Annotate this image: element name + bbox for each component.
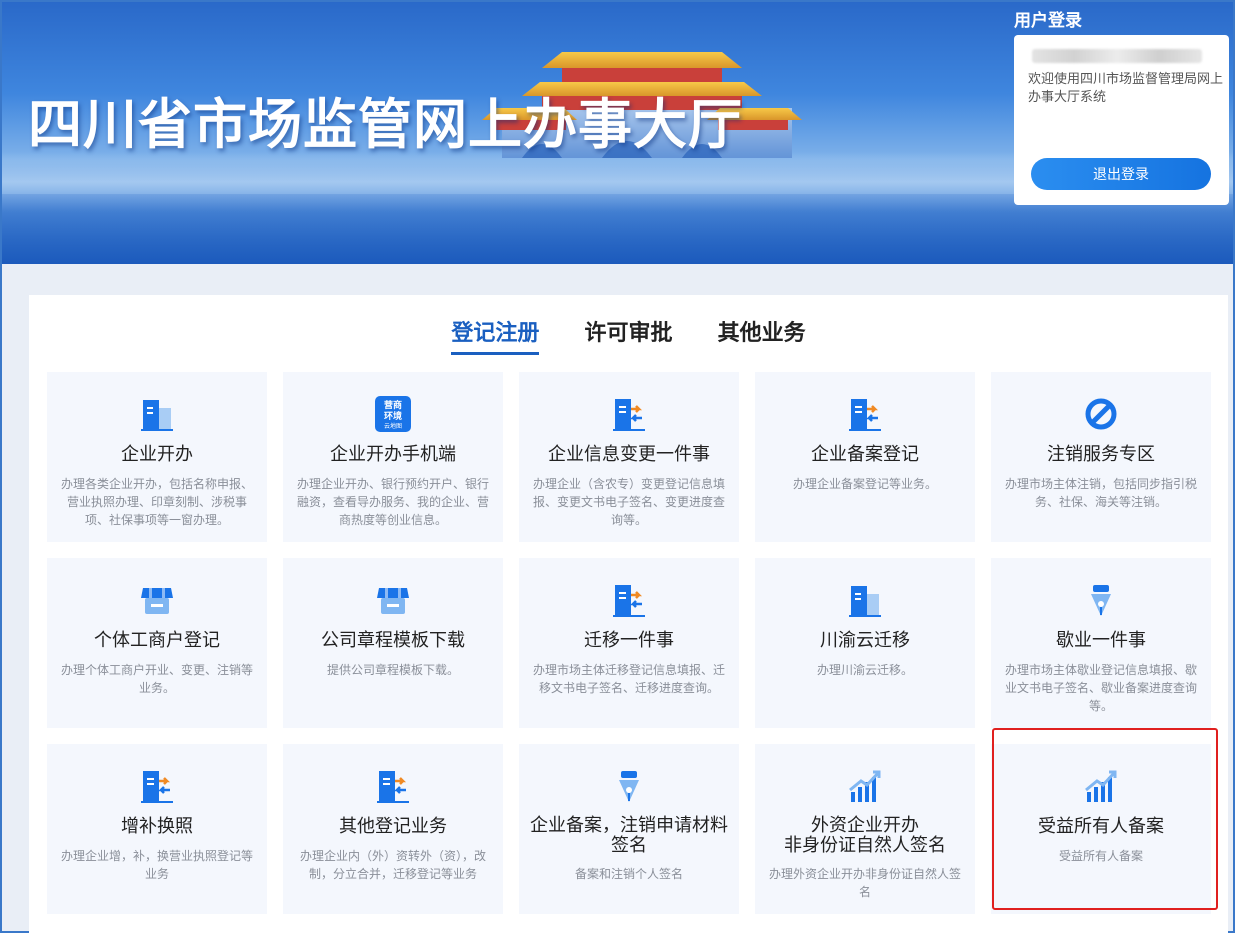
storefront-icon [375,582,411,618]
growth-chart-icon [1083,768,1119,804]
svg-text:云地图: 云地图 [384,422,402,430]
tab-registration[interactable]: 登记注册 [451,315,540,355]
service-card-title: 增补换照 [121,816,193,837]
service-card-description: 办理市场主体迁移登记信息填报、迁移文书电子签名、迁移进度查询。 [532,663,725,695]
service-card-title: 企业备案，注销申请材料签名 [530,815,728,856]
transfer-doc-icon [611,396,647,432]
pen-nib-icon [1083,582,1119,618]
tab-bar: 登记注册 许可审批 其他业务 [29,315,1228,355]
service-card-title: 川渝云迁移 [820,630,910,651]
service-card-description: 办理各类企业开办，包括名称申报、营业执照办理、印章刻制、涉税事项、社保事项等一窗… [60,477,253,527]
service-card[interactable]: 其他登记业务办理企业内（外）资转外（资），改制，分立合并，迁移登记等业务 [283,744,503,914]
transfer-doc-icon [139,768,175,804]
storefront-icon [139,582,175,618]
service-card[interactable]: 企业开办办理各类企业开办，包括名称申报、营业执照办理、印章刻制、涉税事项、社保事… [47,372,267,542]
service-card[interactable]: 川渝云迁移办理川渝云迁移。 [755,558,975,728]
service-card-description: 办理企业（含农专）变更登记信息填报、变更文书电子签名、变更进度查询等。 [532,477,725,527]
service-card-title: 企业开办 [121,444,193,465]
prohibit-icon [1083,396,1119,432]
service-card-description: 办理外资企业开办非身份证自然人签名 [768,867,961,899]
service-card[interactable]: 企业信息变更一件事办理企业（含农专）变更登记信息填报、变更文书电子签名、变更进度… [519,372,739,542]
transfer-doc-icon [375,768,411,804]
service-card-title: 迁移一件事 [584,630,674,651]
service-card[interactable]: 注销服务专区办理市场主体注销，包括同步指引税务、社保、海关等注销。 [991,372,1211,542]
service-card[interactable]: 企业备案，注销申请材料签名备案和注销个人签名 [519,744,739,914]
service-card-title: 其他登记业务 [339,816,447,837]
login-card: 欢迎使用四川市场监督管理局网上办事大厅系统 退出登录 [1014,35,1229,205]
logout-button[interactable]: 退出登录 [1031,158,1211,190]
service-card-title: 歇业一件事 [1056,630,1146,651]
service-card-title: 企业备案登记 [811,444,919,465]
login-title: 用户登录 [1014,11,1082,31]
service-card-description: 办理企业增，补，换营业执照登记等业务 [60,849,253,881]
service-card-description: 提供公司章程模板下载。 [326,663,459,677]
blurred-username [1032,49,1202,63]
tab-other-services[interactable]: 其他业务 [718,315,806,355]
service-card[interactable]: 营商 环境 云地图企业开办手机端办理企业开办、银行预约开户、银行融资，查看导办服务、… [283,372,503,542]
services-panel: 登记注册 许可审批 其他业务 企业开办办理各类企业开办，包括名称申报、营业执照办… [29,295,1228,933]
service-card[interactable]: 受益所有人备案 受益所有人备案 [991,744,1211,914]
service-card-description: 受益所有人备案 [1058,849,1143,863]
service-card-description: 办理市场主体注销，包括同步指引税务、社保、海关等注销。 [1004,477,1197,509]
business-environment-icon: 营商 环境 云地图 [375,396,411,432]
service-card-title: 公司章程模板下载 [321,630,465,651]
service-card-description: 办理个体工商户开业、变更、注销等业务。 [60,663,253,695]
service-card[interactable]: 外资企业开办 非身份证自然人签名办理外资企业开办非身份证自然人签名 [755,744,975,914]
transfer-doc-icon [611,582,647,618]
service-card[interactable]: 歇业一件事办理市场主体歇业登记信息填报、歇业文书电子签名、歇业备案进度查询等。 [991,558,1211,728]
service-card-title: 受益所有人备案 [1038,816,1164,837]
service-card[interactable]: 迁移一件事办理市场主体迁移登记信息填报、迁移文书电子签名、迁移进度查询。 [519,558,739,728]
welcome-text: 欢迎使用四川市场监督管理局网上办事大厅系统 [1028,72,1224,105]
service-card-description: 办理川渝云迁移。 [816,663,913,677]
service-card[interactable]: 公司章程模板下载提供公司章程模板下载。 [283,558,503,728]
pen-nib-icon [611,768,647,804]
service-card-description: 办理企业备案登记等业务。 [792,477,937,491]
service-card-title: 个体工商户登记 [94,630,220,651]
service-card-title: 企业开办手机端 [330,444,456,465]
svg-text:营商: 营商 [384,399,402,411]
service-card[interactable]: 个体工商户登记办理个体工商户开业、变更、注销等业务。 [47,558,267,728]
banner-title: 四川省市场监管网上办事大厅 [28,93,743,156]
growth-chart-icon [847,768,883,804]
service-card-title: 外资企业开办 非身份证自然人签名 [784,815,946,856]
service-card-description: 办理企业内（外）资转外（资），改制，分立合并，迁移登记等业务 [299,849,486,881]
service-card[interactable]: 企业备案登记办理企业备案登记等业务。 [755,372,975,542]
service-card[interactable]: 增补换照办理企业增，补，换营业执照登记等业务 [47,744,267,914]
building-icon [139,396,175,432]
service-card-title: 企业信息变更一件事 [548,444,710,465]
service-card-description: 办理市场主体歇业登记信息填报、歇业文书电子签名、歇业备案进度查询等。 [1004,663,1197,713]
service-card-title: 注销服务专区 [1047,444,1155,465]
svg-text:环境: 环境 [384,410,402,422]
tab-license-approval[interactable]: 许可审批 [584,315,672,355]
transfer-doc-icon [847,396,883,432]
building-icon [847,582,883,618]
service-card-description: 办理企业开办、银行预约开户、银行融资，查看导办服务、我的企业、营商热度等创业信息… [296,477,489,527]
service-card-description: 备案和注销个人签名 [574,867,683,881]
